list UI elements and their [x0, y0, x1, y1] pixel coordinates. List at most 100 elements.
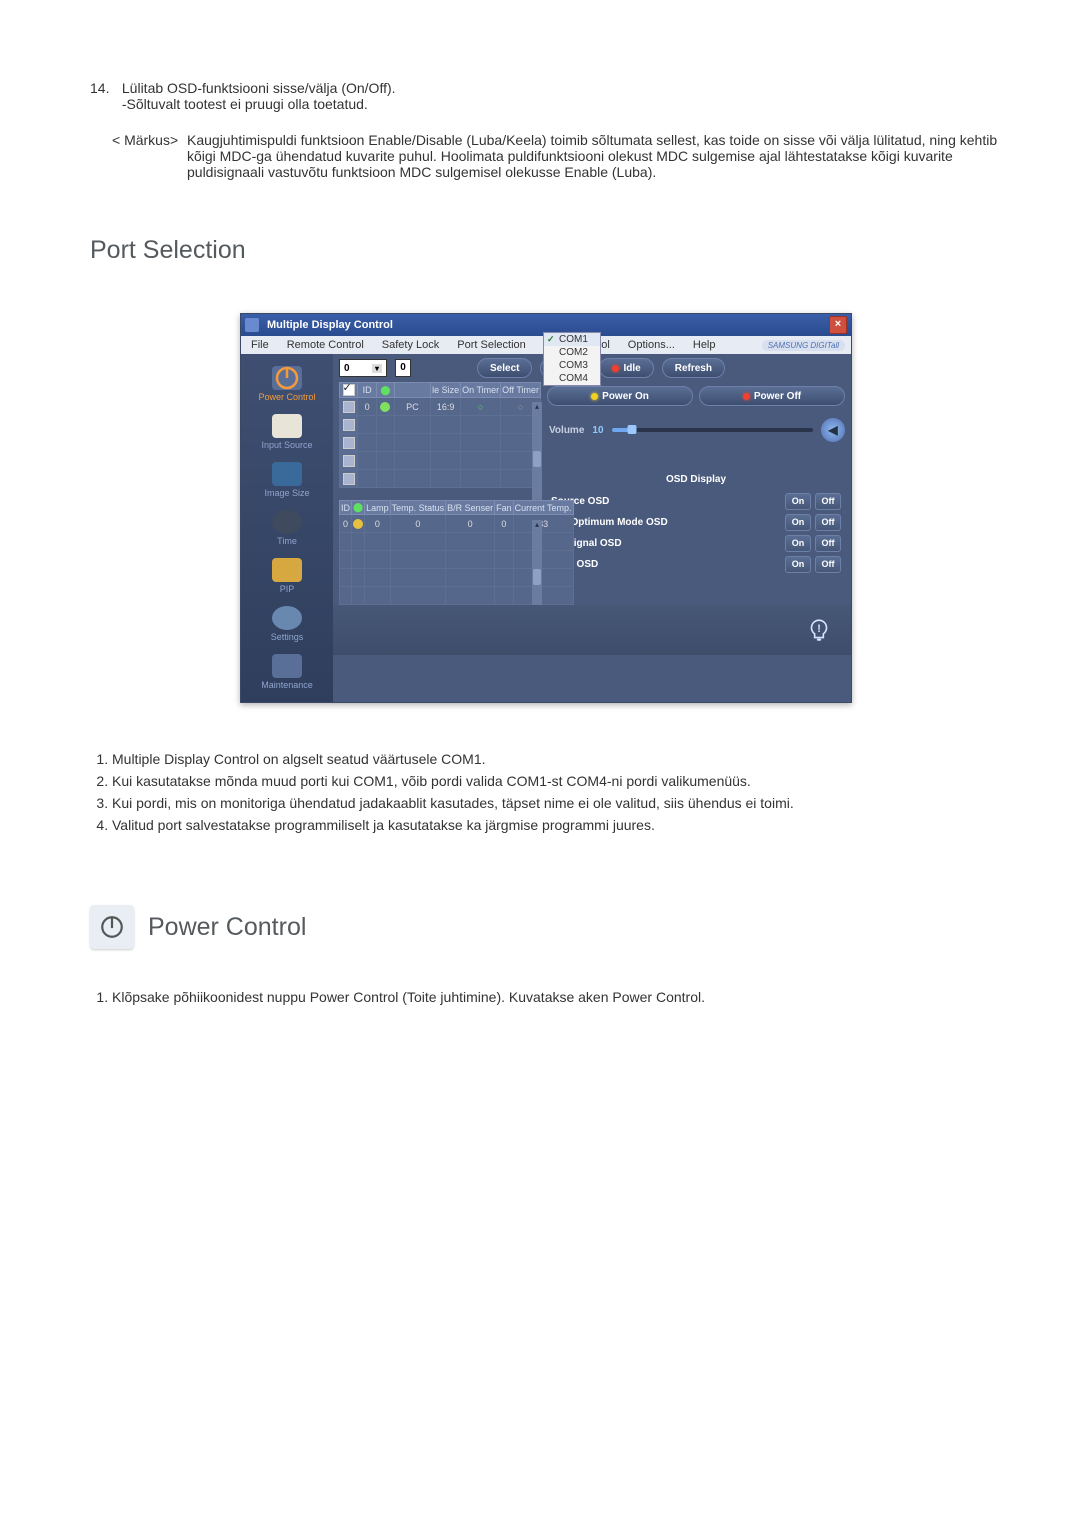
brand-label: SAMSUNG DIGITall [762, 340, 845, 351]
power-on-dot-icon [591, 393, 598, 400]
port-menu-com3[interactable]: COM3 [544, 359, 600, 372]
power-off-button[interactable]: Power Off [699, 386, 845, 406]
check-all-icon[interactable] [343, 384, 355, 396]
item-number: 14. [90, 80, 118, 96]
info-bulb-icon[interactable]: ! [805, 613, 833, 649]
menu-options[interactable]: Options... [624, 338, 679, 352]
port-selection-notes: Multiple Display Control on algselt seat… [90, 751, 1000, 833]
port-menu-com1[interactable]: ✓COM1 [544, 333, 600, 346]
lamp-status-icon [353, 519, 363, 529]
menu-remote-control[interactable]: Remote Control [283, 338, 368, 352]
status-dot-icon [612, 365, 619, 372]
item-body: Lülitab OSD-funktsiooni sisse/välja (On/… [122, 80, 992, 112]
osd-row-mdc: MDC OSD OnOff [551, 556, 841, 573]
clock-icon [272, 510, 302, 534]
row-checkbox[interactable] [343, 419, 355, 431]
osd-row-not-optimum: Not Optimum Mode OSD OnOff [551, 514, 841, 531]
on-button[interactable]: On [785, 493, 811, 510]
lamp-status-icon [380, 402, 390, 412]
speaker-icon[interactable]: ◀ [821, 418, 845, 442]
on-button[interactable]: On [785, 535, 811, 552]
sidebar-item-pip[interactable]: PIP [241, 554, 333, 602]
port-menu: ✓COM1 COM2 COM3 COM4 [543, 332, 601, 386]
off-button[interactable]: Off [815, 493, 841, 510]
port-menu-com2[interactable]: COM2 [544, 346, 600, 359]
sidebar-item-settings[interactable]: Settings [241, 602, 333, 650]
note-block: < Märkus> Kaugjuhtimispuldi funktsioon E… [112, 132, 1000, 180]
sidebar: Power Control Input Source Image Size Ti… [241, 354, 333, 702]
note-body: Kaugjuhtimispuldi funktsioon Enable/Disa… [187, 132, 1000, 180]
sidebar-item-maintenance[interactable]: Maintenance [241, 650, 333, 698]
note-item: Multiple Display Control on algselt seat… [112, 751, 1000, 767]
osd-title: OSD Display [551, 474, 841, 485]
note-item: Kui pordi, mis on monitoriga ühendatud j… [112, 795, 1000, 811]
sidebar-label: Power Control [258, 392, 315, 402]
main-panel: ✓COM1 COM2 COM3 COM4 0 ▾ 0 Select [333, 354, 851, 702]
power-control-icon [90, 905, 134, 949]
row-checkbox[interactable] [343, 455, 355, 467]
list-item-14: 14. Lülitab OSD-funktsiooni sisse/välja … [90, 80, 1000, 112]
row-checkbox[interactable] [343, 437, 355, 449]
select-button[interactable]: Select [477, 358, 532, 378]
menu-port-selection[interactable]: Port Selection [453, 338, 529, 352]
value-b-field[interactable]: 0 [395, 359, 411, 377]
row-checkbox[interactable] [343, 473, 355, 485]
wrench-icon [272, 654, 302, 678]
sidebar-label: Input Source [261, 440, 312, 450]
refresh-button[interactable]: Refresh [662, 358, 725, 378]
sidebar-label: Image Size [264, 488, 309, 498]
power-off-dot-icon [743, 393, 750, 400]
menu-help[interactable]: Help [689, 338, 720, 352]
sidebar-item-power-control[interactable]: Power Control [241, 362, 333, 410]
sidebar-item-time[interactable]: Time [241, 506, 333, 554]
sidebar-item-image-size[interactable]: Image Size [241, 458, 333, 506]
dropdown-icon: ▾ [372, 364, 382, 373]
table-row[interactable]: 0 PC 16:9 ○ ○ [340, 398, 541, 416]
sidebar-item-input-source[interactable]: Input Source [241, 410, 333, 458]
on-button[interactable]: On [785, 556, 811, 573]
window-title: Multiple Display Control [267, 319, 393, 331]
check-icon: ✓ [547, 335, 556, 344]
osd-row-source: Source OSD OnOff [551, 493, 841, 510]
osd-display-panel: OSD Display Source OSD OnOff Not Optimum… [547, 474, 845, 573]
item-line2: -Sõltuvalt tootest ei pruugi olla toetat… [122, 96, 992, 112]
item-line1: Lülitab OSD-funktsiooni sisse/välja (On/… [122, 80, 396, 96]
on-button[interactable]: On [785, 514, 811, 531]
menu-file[interactable]: File [247, 338, 273, 352]
volume-slider[interactable] [612, 428, 813, 432]
sidebar-label: Time [277, 536, 297, 546]
table-row [340, 416, 541, 434]
table-row [340, 452, 541, 470]
note-item: Valitud port salvestatakse programmilise… [112, 817, 1000, 833]
close-button[interactable]: × [829, 316, 847, 334]
power-icon [272, 366, 302, 390]
section-port-selection: Port Selection [90, 236, 1000, 265]
sidebar-label: PIP [280, 584, 295, 594]
note-label: < Märkus> [112, 132, 187, 180]
port-menu-com4[interactable]: COM4 [544, 372, 600, 385]
osd-row-no-signal: No Signal OSD OnOff [551, 535, 841, 552]
off-button[interactable]: Off [815, 556, 841, 573]
power-on-button[interactable]: Power On [547, 386, 693, 406]
menu-safety-lock[interactable]: Safety Lock [378, 338, 443, 352]
pip-icon [272, 558, 302, 582]
sidebar-label: Maintenance [261, 680, 313, 690]
image-size-icon [272, 462, 302, 486]
idle-indicator: Idle [599, 358, 653, 378]
footer-bar: ! [333, 605, 851, 655]
app-screenshot: Multiple Display Control × File Remote C… [240, 313, 850, 703]
gear-icon [272, 606, 302, 630]
svg-text:!: ! [817, 623, 821, 635]
value-a-dropdown[interactable]: 0 ▾ [339, 359, 387, 377]
off-button[interactable]: Off [815, 535, 841, 552]
table-row [340, 470, 541, 488]
source-icon [272, 414, 302, 438]
off-button[interactable]: Off [815, 514, 841, 531]
row-checkbox[interactable] [343, 401, 355, 413]
vertical-scrollbar[interactable]: ▴▾ [532, 402, 542, 506]
volume-value: 10 [592, 425, 603, 436]
table-row [340, 434, 541, 452]
volume-label: Volume [549, 425, 584, 436]
volume-control: Volume 10 ◀ [549, 418, 845, 442]
note-item: Klõpsake põhiikoonidest nuppu Power Cont… [112, 989, 1000, 1005]
